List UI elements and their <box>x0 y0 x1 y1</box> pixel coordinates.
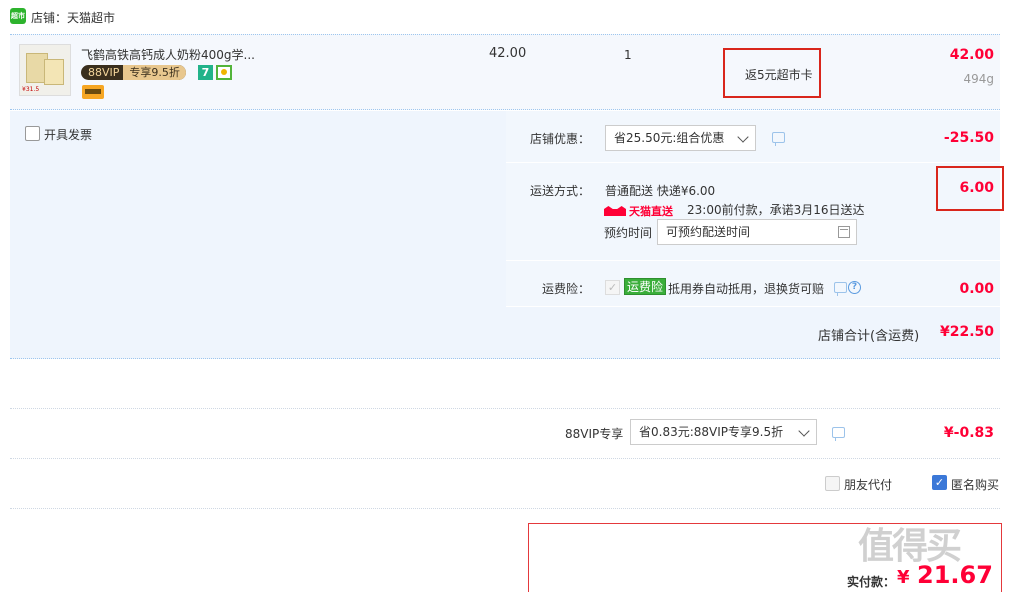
calendar-icon[interactable] <box>838 226 850 238</box>
pay-amount-label: 实付款： <box>847 575 896 589</box>
pay-currency: ¥ <box>897 567 910 588</box>
shop-discount-label: 店铺优惠： <box>530 132 591 146</box>
schedule-label: 预约时间 <box>604 226 653 240</box>
88vip-discount-amount: ¥-0.83 <box>943 425 994 441</box>
guarantee-shield-icon <box>216 65 232 80</box>
message-icon[interactable] <box>772 132 785 146</box>
product-thumbnail[interactable]: ¥31.5 <box>19 44 71 96</box>
delivery-promise: 23:00前付款，承诺3月16日送达 <box>687 203 865 217</box>
watermark-logo: 值得买 <box>858 526 962 567</box>
shop-discount-select[interactable]: 省25.50元:组合优惠 <box>605 125 756 151</box>
thumbnail-price-tag: ¥31.5 <box>22 86 40 93</box>
invoice-checkbox[interactable] <box>25 126 40 141</box>
shipping-label: 运送方式： <box>530 184 591 198</box>
88vip-discount-select[interactable]: 省0.83元:88VIP专享9.5折 <box>630 419 817 445</box>
shop-total-label: 店铺合计(含运费) <box>818 329 920 344</box>
shop-name[interactable]: 店铺：天猫超市 <box>31 9 115 26</box>
insurance-description: 抵用券自动抵用，退换货可赔 <box>668 282 825 296</box>
divider <box>10 408 1000 409</box>
schedule-time-value: 可预约配送时间 <box>666 225 751 239</box>
tmall-cat-icon <box>604 206 626 216</box>
help-icon[interactable]: ? <box>848 281 861 294</box>
friend-pay-label[interactable]: 朋友代付 <box>844 476 892 493</box>
insurance-label: 运费险： <box>542 282 591 296</box>
credit-card-icon <box>82 85 104 99</box>
tmall-supermarket-icon: 超市 <box>10 8 26 24</box>
quantity: 1 <box>624 48 632 62</box>
rebate-text: 返5元超市卡 <box>745 68 813 82</box>
chevron-down-icon <box>798 425 810 437</box>
88vip-discount-label: 88VIP专享 <box>565 427 624 441</box>
shipping-fee: 6.00 <box>959 180 994 196</box>
chevron-down-icon <box>737 131 749 143</box>
shop-total-value: ¥22.50 <box>940 324 995 340</box>
88vip-badge: 88VIP 专享9.5折 <box>81 65 186 80</box>
shop-discount-amount: -25.50 <box>943 130 994 146</box>
tmall-direct-logo: 天猫直送 <box>604 203 673 219</box>
88vip-badge-label: 88VIP <box>88 66 120 79</box>
item-subtotal: 42.00 <box>949 47 994 63</box>
schedule-time-input[interactable]: 可预约配送时间 <box>657 219 857 245</box>
insurance-tag: 运费险 <box>624 278 667 295</box>
insurance-amount: 0.00 <box>959 281 994 297</box>
message-icon[interactable] <box>832 427 845 441</box>
anonymous-purchase-checkbox[interactable]: ✓ <box>932 475 947 490</box>
invoice-label[interactable]: 开具发票 <box>44 126 92 143</box>
product-box-image <box>44 59 64 85</box>
message-icon[interactable] <box>834 282 847 296</box>
product-title[interactable]: 飞鹤高铁高钙成人奶粉400g学... <box>81 46 255 63</box>
anonymous-purchase-label[interactable]: 匿名购买 <box>951 476 999 493</box>
shop-discount-selected: 省25.50元:组合优惠 <box>614 131 725 145</box>
item-weight: 494g <box>963 72 994 86</box>
88vip-badge-discount: 专享9.5折 <box>123 65 186 80</box>
insurance-checkbox: ✓ <box>605 280 620 295</box>
88vip-discount-selected: 省0.83元:88VIP专享9.5折 <box>639 425 784 439</box>
shipping-method: 普通配送 快递¥6.00 <box>605 184 716 198</box>
divider <box>10 508 1000 509</box>
unit-price: 42.00 <box>489 46 527 61</box>
divider <box>10 458 1000 459</box>
seven-day-return-icon: 7 <box>198 65 213 80</box>
tmall-direct-label: 天猫直送 <box>629 205 673 218</box>
friend-pay-checkbox[interactable] <box>825 476 840 491</box>
